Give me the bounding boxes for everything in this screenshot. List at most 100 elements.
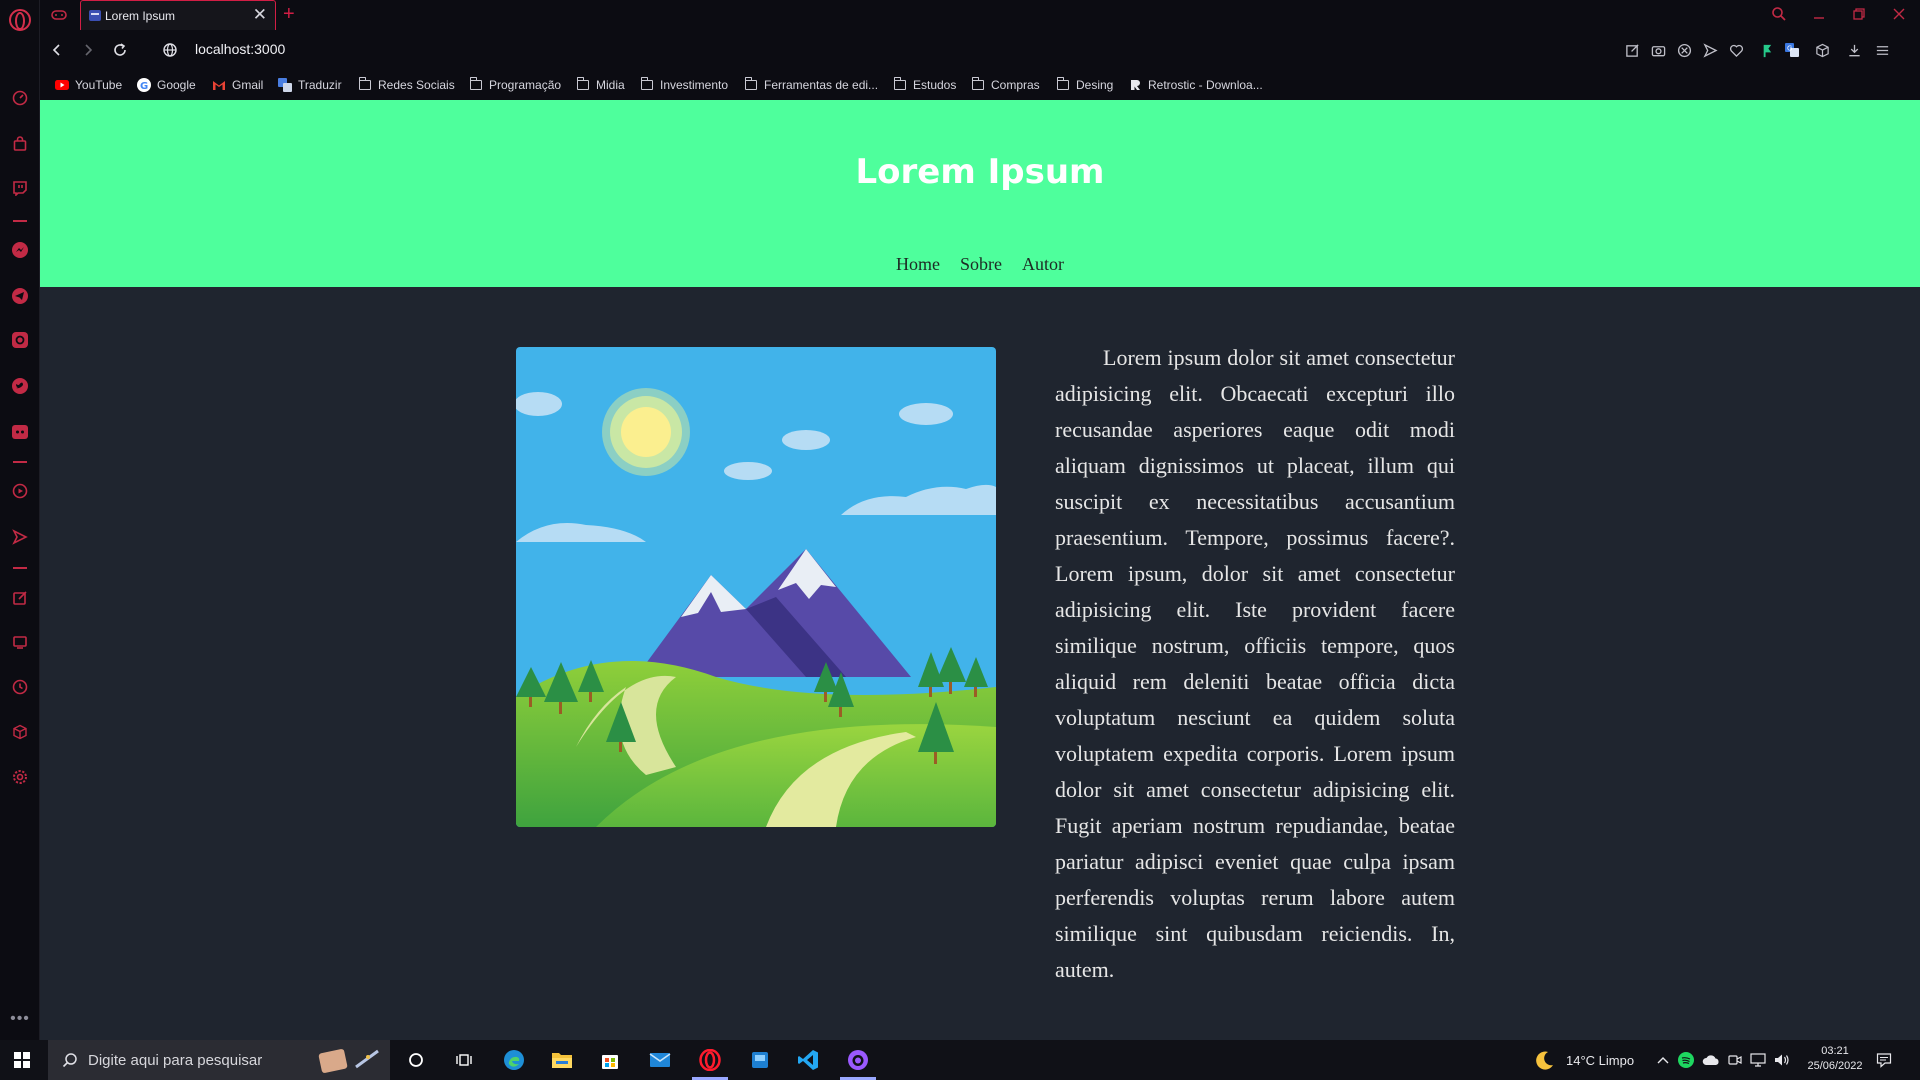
nav-link-sobre[interactable]: Sobre <box>960 254 1002 275</box>
reload-icon[interactable] <box>110 40 130 60</box>
instagram-icon[interactable] <box>10 330 30 350</box>
cortana-icon[interactable] <box>392 1040 440 1080</box>
address-bar: localhost:3000 G <box>40 30 1920 70</box>
speed-dial-icon[interactable] <box>10 88 30 108</box>
flow-icon[interactable] <box>10 527 30 547</box>
pinboard-icon[interactable] <box>10 588 30 608</box>
bookmark-label: Redes Sociais <box>378 78 455 92</box>
weather-widget[interactable]: 14°C Limpo <box>1534 1040 1634 1080</box>
folder-icon <box>1056 77 1070 92</box>
opera-logo-icon[interactable] <box>9 9 31 31</box>
search-icon <box>62 1052 78 1073</box>
taskbar-search-box[interactable]: Digite aqui para pesquisar <box>48 1040 390 1080</box>
meet-now-icon[interactable] <box>1728 1040 1742 1080</box>
network-icon[interactable] <box>1750 1040 1766 1080</box>
back-icon[interactable] <box>47 40 67 60</box>
extensions-icon[interactable] <box>10 722 30 742</box>
bookmark-google[interactable]: G Google <box>137 76 196 94</box>
restore-icon[interactable] <box>1849 4 1869 24</box>
twitter-icon[interactable] <box>10 376 30 396</box>
bookmark-label: Investimento <box>660 78 729 92</box>
url-field[interactable]: localhost:3000 <box>195 41 285 57</box>
bookmark-label: Estudos <box>913 78 957 92</box>
extensions-cube-icon[interactable] <box>1812 40 1832 60</box>
tab-lorem-ipsum[interactable]: Lorem Ipsum ✕ <box>80 0 276 30</box>
bookmark-traduzir[interactable]: Traduzir <box>278 76 342 94</box>
notifications-icon[interactable] <box>1876 1040 1892 1080</box>
downloads-icon[interactable] <box>1844 40 1864 60</box>
bookmark-folder-midia[interactable]: Midia <box>576 76 625 94</box>
tab-strip: Lorem Ipsum ✕ + <box>40 0 1920 30</box>
web-page: Lorem Ipsum Home Sobre Autor Lorem ipsum… <box>40 100 1920 1040</box>
sidebar-separator <box>13 220 27 222</box>
site-header: Lorem Ipsum Home Sobre Autor <box>40 100 1920 287</box>
bookmark-label: Google <box>157 78 196 92</box>
telegram-icon[interactable] <box>10 286 30 306</box>
bookmark-folder-desing[interactable]: Desing <box>1056 76 1113 94</box>
bookmark-folder-programacao[interactable]: Programação <box>469 76 561 94</box>
edge-icon[interactable] <box>490 1040 538 1080</box>
task-view-icon[interactable] <box>440 1040 488 1080</box>
translate-icon <box>278 78 292 92</box>
ad-blocker-icon[interactable] <box>1674 40 1694 60</box>
volume-icon[interactable] <box>1774 1040 1790 1080</box>
bookmark-folder-estudos[interactable]: Estudos <box>893 76 956 94</box>
bookmark-label: Ferramentas de edi... <box>764 78 879 92</box>
folder-icon <box>576 77 590 92</box>
bookmark-gmail[interactable]: Gmail <box>212 76 263 94</box>
tabs-icon[interactable] <box>10 632 30 652</box>
vscode-icon[interactable] <box>784 1040 832 1080</box>
sidebar-more-icon[interactable]: ••• <box>10 1010 30 1028</box>
search-tabs-icon[interactable] <box>1769 4 1789 24</box>
tab-close-icon[interactable]: ✕ <box>253 6 267 24</box>
easy-edit-icon[interactable] <box>1622 40 1642 60</box>
snapshot-camera-icon[interactable] <box>1648 40 1668 60</box>
player-icon[interactable] <box>10 481 30 501</box>
bookmark-folder-ferramentas[interactable]: Ferramentas de edi... <box>744 76 878 94</box>
bookmark-folder-compras[interactable]: Compras <box>971 76 1040 94</box>
show-hidden-icons-chevron-icon[interactable] <box>1656 1040 1670 1080</box>
shopping-bag-icon[interactable] <box>10 134 30 154</box>
opera-icon[interactable] <box>686 1040 734 1080</box>
bookmark-youtube[interactable]: YouTube <box>55 76 122 94</box>
search-highlight-art-icon <box>316 1045 386 1075</box>
bookmark-label: Traduzir <box>298 78 342 92</box>
svg-text:G: G <box>140 81 148 92</box>
messenger-icon[interactable] <box>10 240 30 260</box>
minimize-icon[interactable] <box>1809 4 1829 24</box>
forward-icon[interactable] <box>78 40 98 60</box>
landscape-illustration <box>516 347 996 827</box>
bookmark-retrostic[interactable]: Retrostic - Downloa... <box>1128 76 1263 94</box>
new-tab-button[interactable]: + <box>283 3 295 25</box>
windows-start-icon[interactable] <box>14 1052 30 1068</box>
discord-icon[interactable] <box>10 422 30 442</box>
file-explorer-icon[interactable] <box>538 1040 586 1080</box>
bookmarks-bar: YouTube G Google Gmail Traduzir Redes So… <box>40 70 1920 100</box>
taskbar-clock[interactable]: 03:21 25/06/2022 <box>1800 1044 1870 1074</box>
search-placeholder: Digite aqui para pesquisar <box>88 1052 263 1069</box>
send-flow-icon[interactable] <box>1700 40 1720 60</box>
nav-link-autor[interactable]: Autor <box>1022 254 1064 275</box>
bookmark-heart-icon[interactable] <box>1726 40 1746 60</box>
history-icon[interactable] <box>10 677 30 697</box>
bookmark-folder-redes-sociais[interactable]: Redes Sociais <box>358 76 455 94</box>
store-icon[interactable] <box>586 1040 634 1080</box>
translate-extension-icon[interactable]: G <box>1782 40 1802 60</box>
github-desktop-icon[interactable] <box>834 1040 882 1080</box>
spotify-icon[interactable] <box>1678 1040 1694 1080</box>
gamepad-icon[interactable] <box>50 6 68 24</box>
close-window-icon[interactable] <box>1889 4 1909 24</box>
bookmark-label: Desing <box>1076 78 1114 92</box>
moon-icon <box>1536 1051 1553 1070</box>
green-extension-icon[interactable] <box>1756 40 1776 60</box>
mail-icon[interactable] <box>636 1040 684 1080</box>
nav-link-home[interactable]: Home <box>896 254 940 275</box>
app-icon[interactable] <box>736 1040 784 1080</box>
bookmark-folder-investimento[interactable]: Investimento <box>640 76 728 94</box>
twitch-icon[interactable] <box>10 178 30 198</box>
site-info-globe-icon[interactable] <box>160 40 180 60</box>
folder-icon <box>971 77 985 92</box>
settings-gear-icon[interactable] <box>10 767 30 787</box>
easy-setup-menu-icon[interactable] <box>1872 40 1892 60</box>
onedrive-cloud-icon[interactable] <box>1702 1040 1720 1080</box>
